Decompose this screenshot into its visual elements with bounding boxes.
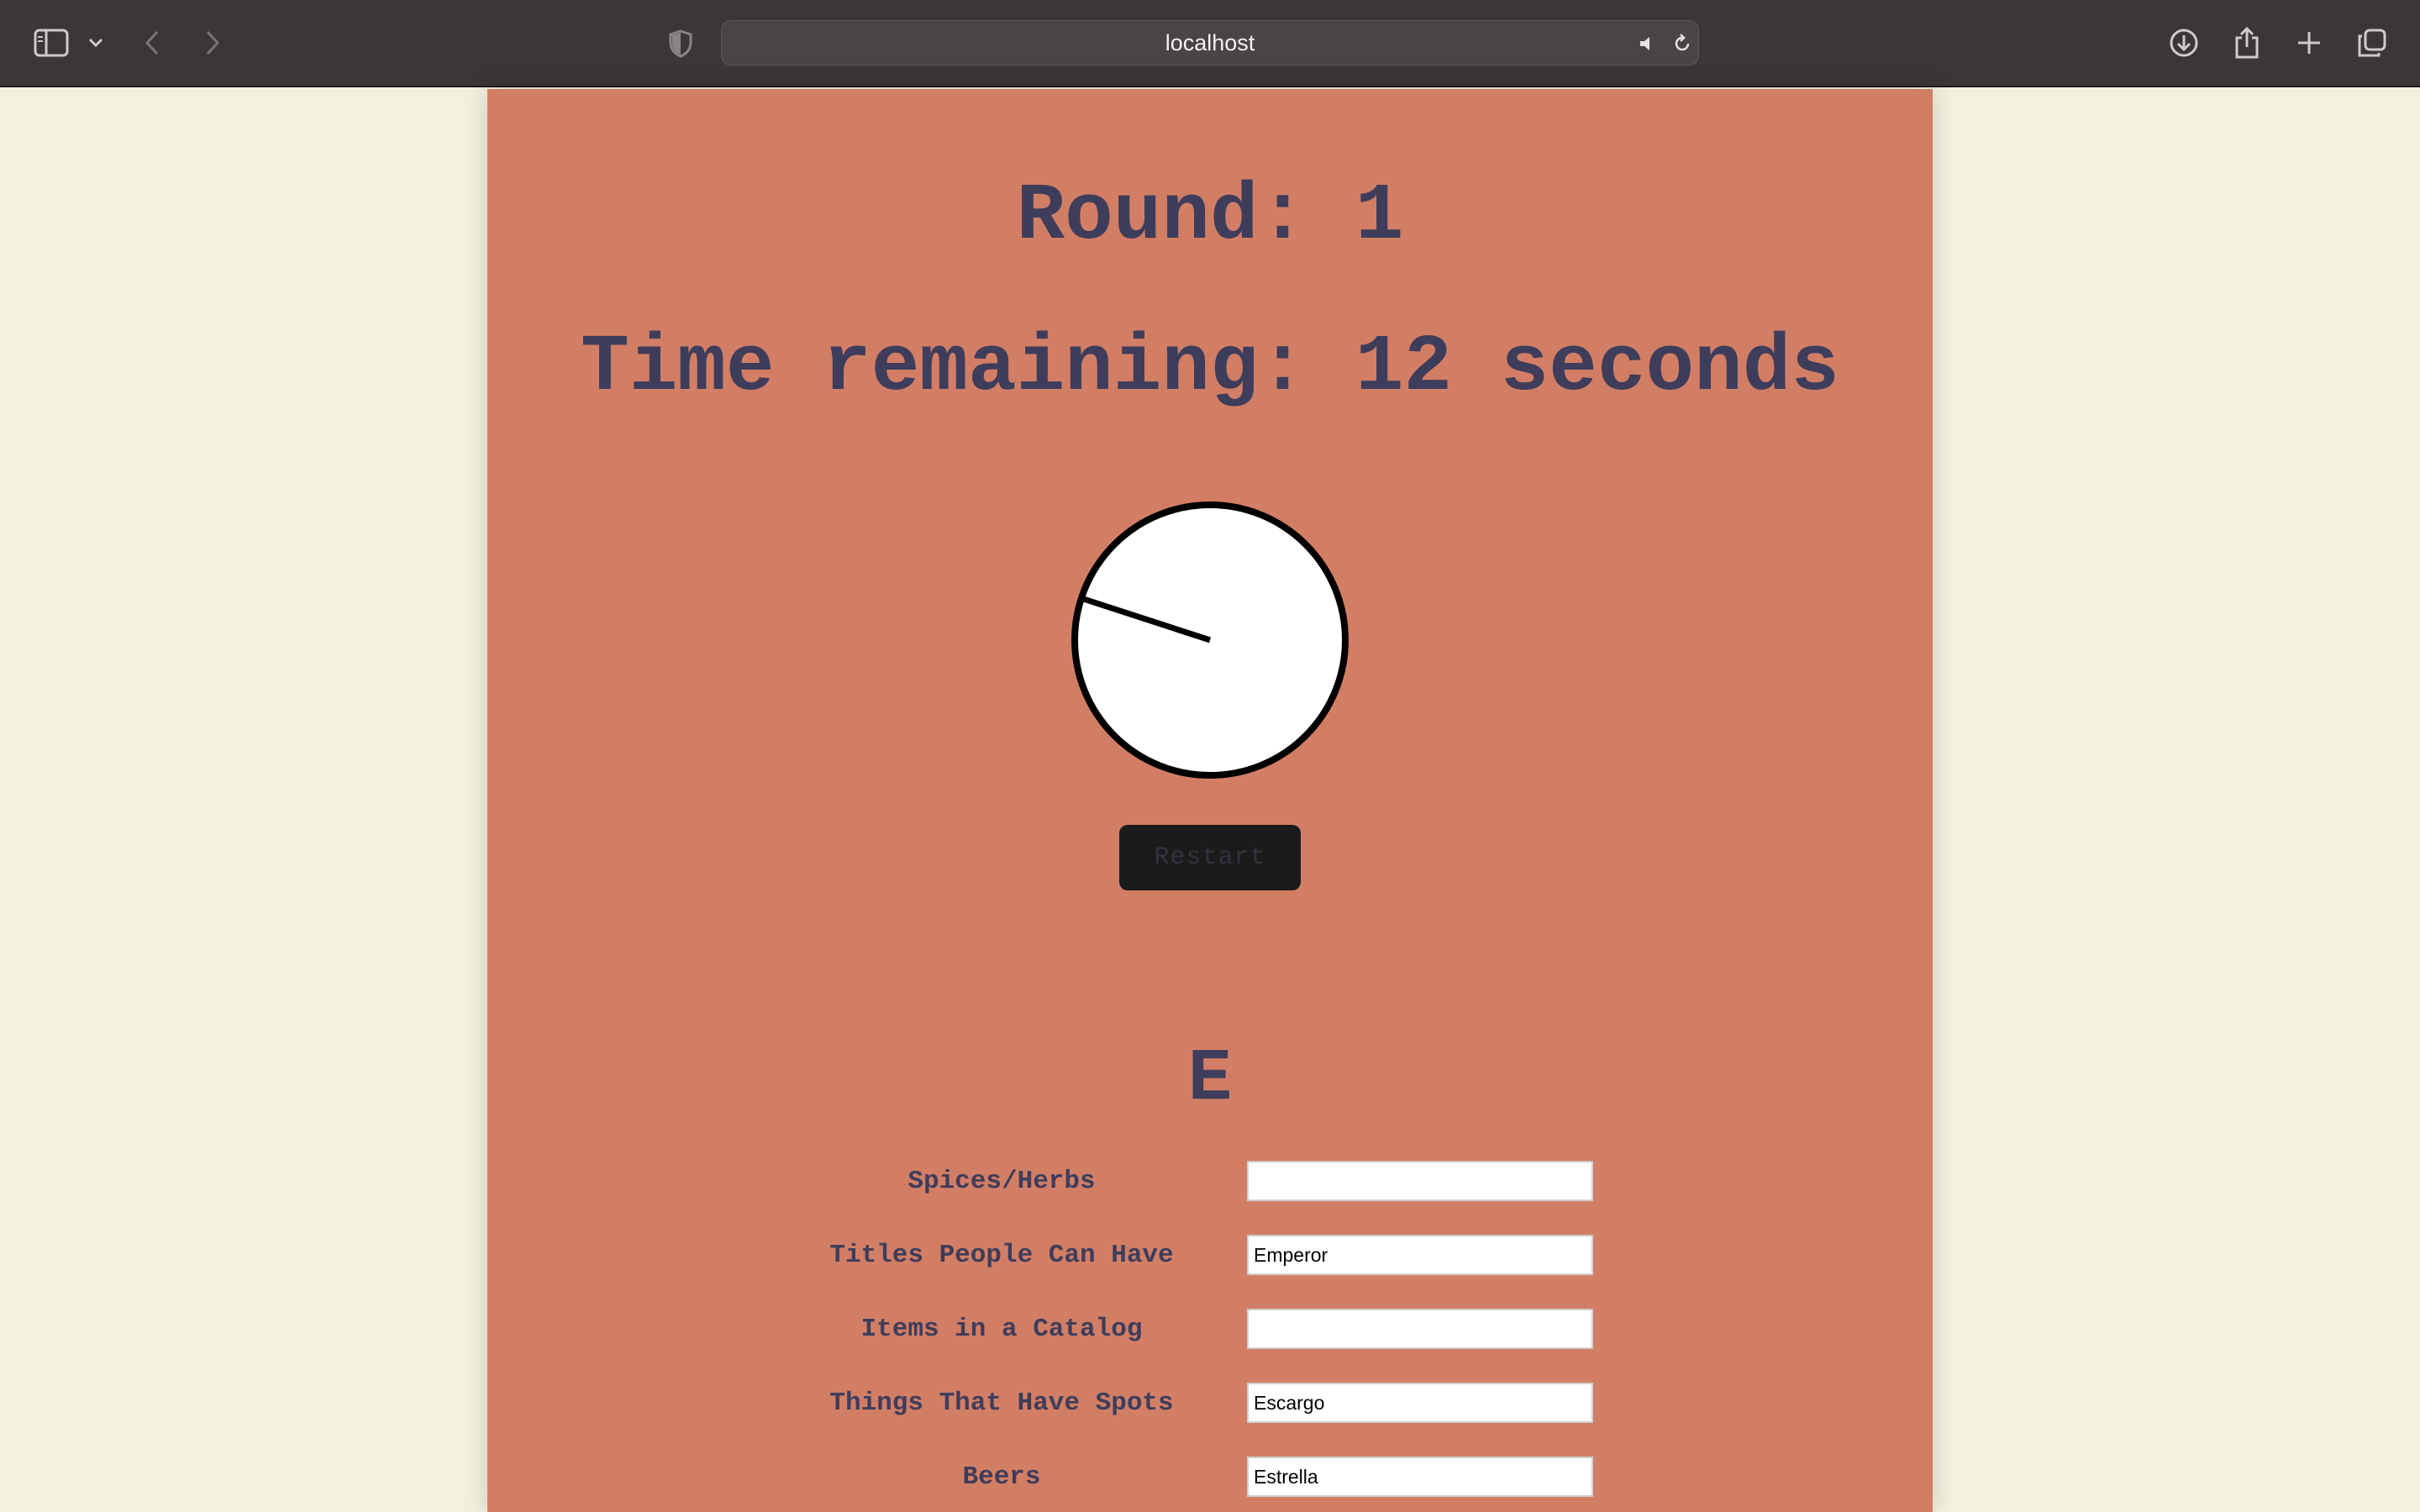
- category-answer-input[interactable]: [1247, 1235, 1593, 1275]
- category-label: Beers: [962, 1462, 1041, 1492]
- game-panel: Round: 1 Time remaining: 12 seconds Rest…: [487, 89, 1933, 1512]
- category-label: Titles People Can Have: [829, 1240, 1174, 1270]
- category-row: Titles People Can Have: [487, 1235, 1933, 1275]
- back-arrow-icon[interactable]: [138, 25, 166, 60]
- category-row: Items in a Catalog: [487, 1309, 1933, 1349]
- restart-button[interactable]: Restart: [1119, 825, 1301, 890]
- speaker-icon[interactable]: [1633, 29, 1661, 58]
- browser-toolbar: localhost: [0, 0, 2420, 87]
- chevron-down-icon[interactable]: [84, 30, 108, 55]
- address-bar[interactable]: localhost: [721, 20, 1699, 66]
- category-answer-input[interactable]: [1247, 1457, 1593, 1497]
- countdown-clock: [1071, 501, 1349, 779]
- round-heading: Round: 1: [1016, 171, 1404, 262]
- download-icon[interactable]: [2166, 25, 2202, 60]
- category-row: Things That Have Spots: [487, 1383, 1933, 1423]
- plus-icon[interactable]: [2292, 25, 2326, 60]
- category-label: Things That Have Spots: [829, 1388, 1174, 1418]
- round-letter: E: [1187, 1038, 1233, 1121]
- category-row: Spices/Herbs: [487, 1161, 1933, 1201]
- tab-overview-icon[interactable]: [2354, 25, 2390, 60]
- share-icon[interactable]: [2230, 24, 2264, 62]
- category-answer-input[interactable]: [1247, 1161, 1593, 1201]
- sidebar-icon[interactable]: [32, 25, 71, 60]
- address-text: localhost: [1165, 29, 1255, 55]
- category-label: Items in a Catalog: [860, 1314, 1143, 1344]
- category-answer-input[interactable]: [1247, 1383, 1593, 1423]
- forward-arrow-icon[interactable]: [198, 25, 227, 60]
- reload-icon[interactable]: [1668, 29, 1697, 58]
- category-answer-input[interactable]: [1247, 1309, 1593, 1349]
- time-remaining-heading: Time remaining: 12 seconds: [581, 322, 1839, 413]
- category-row: Beers: [487, 1457, 1933, 1497]
- category-label: Spices/Herbs: [908, 1166, 1096, 1196]
- shield-icon[interactable]: [664, 27, 697, 60]
